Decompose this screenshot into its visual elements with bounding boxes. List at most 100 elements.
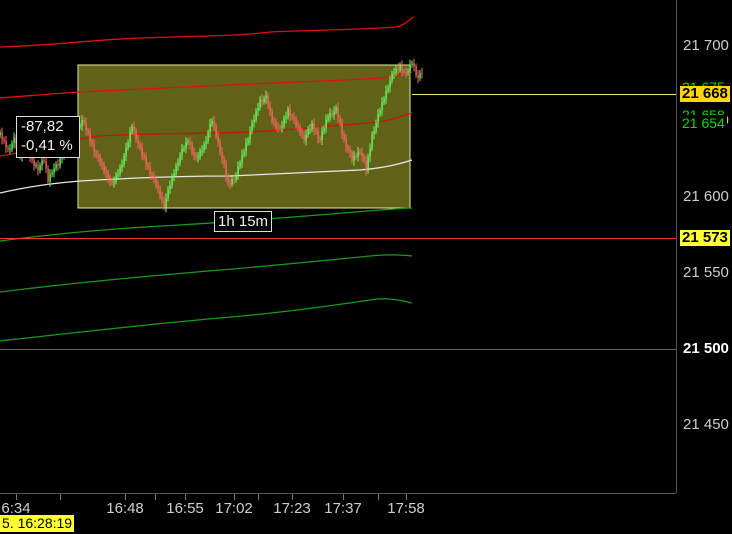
candle-body (275, 121, 277, 128)
candle-body (209, 123, 211, 133)
time-tick-label: 16:55 (166, 500, 204, 517)
candle-body (393, 72, 395, 74)
candle-body (99, 156, 101, 164)
candle-body (37, 165, 39, 171)
candle-body (161, 196, 163, 200)
candle-body (111, 181, 113, 183)
candle-body (325, 119, 327, 129)
candle-body (173, 173, 175, 177)
candle-body (33, 160, 35, 166)
candle-body (361, 152, 363, 157)
candle-body (403, 71, 405, 73)
time-tick-mark (185, 494, 186, 500)
price-plot[interactable] (0, 0, 676, 493)
candle-body (177, 163, 179, 166)
time-tick-label: 17:37 (324, 500, 362, 517)
candle-body (9, 149, 11, 151)
candle-body (357, 151, 359, 157)
candle-body (7, 147, 9, 150)
candle-body (329, 112, 331, 117)
price-tick-label: 21 700 (683, 36, 729, 54)
candle-body (313, 123, 315, 131)
candle-body (277, 127, 279, 129)
candle-body (57, 164, 59, 166)
candle-body (233, 179, 235, 181)
candle-body (309, 129, 311, 131)
candle-body (145, 157, 147, 166)
candle-body (189, 141, 191, 145)
time-tick-mark (378, 494, 379, 500)
candle-body (247, 139, 249, 143)
time-tick-mark (60, 494, 61, 500)
candle-body (89, 133, 91, 142)
candle-body (397, 68, 399, 70)
candle-body (261, 99, 263, 102)
candle-body (187, 141, 189, 143)
candle-body (273, 121, 275, 123)
candle-body (227, 177, 229, 184)
candle-body (229, 183, 231, 185)
candle-body (301, 133, 303, 135)
candle-body (205, 141, 207, 145)
candle-body (269, 106, 271, 112)
candle-body (165, 198, 167, 208)
candle-body (43, 160, 45, 162)
candle-body (405, 72, 407, 73)
candle-body (401, 65, 403, 72)
time-tick-mark (343, 494, 344, 500)
candle-body (207, 132, 209, 142)
candle-body (135, 130, 137, 140)
candle-body (419, 72, 421, 78)
candle-body (159, 188, 161, 197)
candle-body (223, 158, 225, 166)
candle-body (327, 116, 329, 120)
candle-body (133, 126, 135, 131)
candle-body (351, 152, 353, 161)
candle-body (51, 172, 53, 175)
candle-body (47, 168, 49, 182)
candle-body (119, 167, 121, 174)
candle-body (415, 66, 417, 76)
candle-body (369, 148, 371, 157)
candle-body (167, 189, 169, 199)
candle-body (413, 63, 415, 67)
candle-body (241, 154, 243, 164)
candle-body (257, 107, 259, 111)
time-tick-mark (155, 494, 156, 500)
candle-body (349, 150, 351, 153)
candle-body (219, 141, 221, 153)
price-badge: 21 668 (680, 85, 730, 103)
time-tick-mark (406, 494, 407, 500)
candle-body (201, 150, 203, 152)
time-axis[interactable]: 6:34 16:48 16:55 17:02 17:23 17:37 17:58 (0, 493, 676, 534)
candle-body (287, 109, 289, 117)
price-badge: 21 654 (680, 115, 727, 132)
candle-body (157, 185, 159, 189)
candle-body (345, 139, 347, 148)
time-tick-mark (125, 494, 126, 500)
measure-range-box[interactable] (77, 64, 411, 209)
candle-body (363, 156, 365, 161)
candle-body (137, 139, 139, 144)
candle-body (117, 173, 119, 175)
candle-body (143, 155, 145, 158)
candle-body (339, 118, 341, 124)
candle-body (337, 107, 339, 119)
candle-body (97, 155, 99, 157)
candle-body (255, 110, 257, 120)
candle-body (45, 160, 47, 169)
measure-change-percent: -0,41 % (21, 137, 73, 154)
candle-body (377, 113, 379, 123)
candle-body (319, 138, 321, 140)
price-axis[interactable]: 21 70021 65021 60021 55021 50021 450 21 … (676, 0, 732, 493)
measure-duration-label: 1h 15m (214, 211, 273, 232)
candle-body (11, 143, 13, 150)
candle-body (211, 120, 213, 124)
candle-body (367, 156, 369, 171)
candle-body (417, 75, 419, 78)
candle-body (409, 64, 411, 72)
candle-body (311, 123, 313, 130)
candle-body (171, 176, 173, 186)
candle-body (93, 144, 95, 153)
time-tick-mark (292, 494, 293, 500)
